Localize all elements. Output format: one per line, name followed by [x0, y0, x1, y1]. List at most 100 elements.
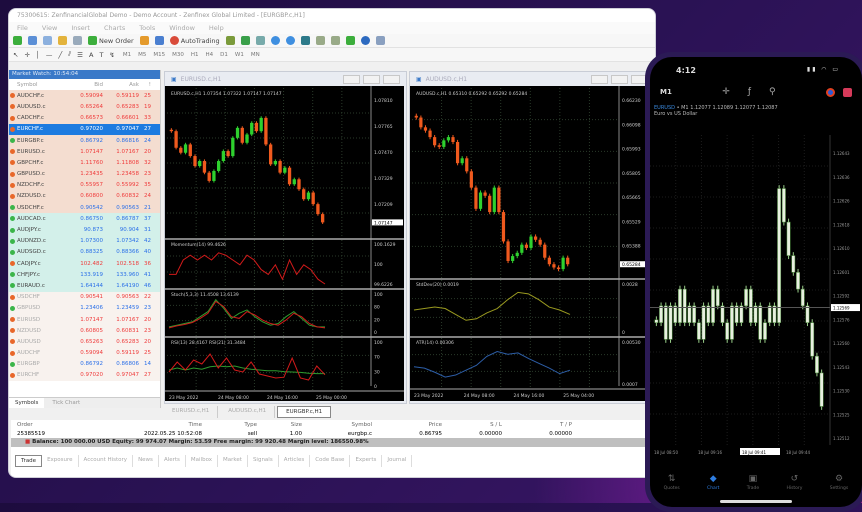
trade-icon[interactable] — [826, 87, 835, 97]
one-click-icon[interactable] — [843, 87, 852, 97]
market-watch-row[interactable]: EURGBP 0.86792 0.86806 14 — [9, 358, 160, 370]
fibonacci-icon[interactable]: ☰ — [77, 51, 83, 59]
label-icon[interactable]: T — [99, 51, 103, 59]
market-watch-row[interactable]: NZDUSD.c 0.60800 0.60832 24 — [9, 190, 160, 203]
timeframe-h1[interactable]: H1 — [189, 52, 201, 58]
timeframe-button[interactable]: M1 — [660, 88, 672, 96]
nav-trade[interactable]: ▣ Trade — [747, 474, 759, 491]
channel-icon[interactable]: ⫽ — [68, 50, 71, 59]
terminal-tab-trade[interactable]: Trade — [15, 455, 43, 467]
vertical-line-icon[interactable]: │ — [36, 51, 40, 59]
zoom-out-icon[interactable] — [285, 36, 295, 45]
terminal-tab-signals[interactable]: Signals — [248, 455, 279, 467]
signals-icon[interactable] — [154, 36, 164, 45]
autotrading-button[interactable]: AutoTrading — [169, 36, 220, 45]
terminal-col[interactable]: Price — [372, 422, 442, 428]
terminal-tab-market[interactable]: Market — [218, 455, 248, 467]
market-watch-row[interactable]: GBPCHF.c 1.11760 1.11808 32 — [9, 157, 160, 169]
menu-insert[interactable]: Insert — [71, 24, 90, 32]
terminal-col[interactable]: Type — [202, 422, 257, 428]
market-watch-row[interactable]: USDCHF 0.90541 0.90563 22 — [9, 291, 160, 303]
col-bid[interactable]: Bid — [69, 82, 103, 88]
tab-tick-chart[interactable]: Tick Chart — [46, 398, 86, 408]
market-watch-row[interactable]: NZDCHF.c 0.55957 0.55992 35 — [9, 179, 160, 191]
eurusd-chart[interactable]: EURUSD.c,H1 1.07354 1.07322 1.07147 1.07… — [165, 86, 404, 401]
chart-tab-active[interactable]: EURGBP.c,H1 — [277, 406, 332, 418]
nav-chart[interactable]: ◆ Chart — [707, 474, 719, 491]
market-watch-row[interactable]: EURAUD.c 1.64144 1.64190 46 — [9, 280, 160, 292]
market-watch-row[interactable]: EURGBP.c 0.86792 0.86816 24 — [9, 134, 160, 147]
terminal-tab-exposure[interactable]: Exposure — [42, 455, 79, 467]
timeframe-m15[interactable]: M15 — [151, 52, 167, 58]
trendline-icon[interactable]: ╱ — [58, 51, 62, 59]
menu-file[interactable]: File — [17, 24, 28, 32]
nav-history[interactable]: ↺ History — [786, 474, 802, 491]
market-watch-row[interactable]: AUDUSD.c 0.65264 0.65283 19 — [9, 101, 160, 113]
timeframe-mn[interactable]: MN — [249, 52, 262, 58]
folder-icon[interactable] — [58, 36, 67, 45]
templates-icon[interactable] — [375, 36, 385, 45]
menu-tools[interactable]: Tools — [139, 24, 155, 32]
autoscroll-icon[interactable] — [315, 36, 325, 45]
timeframe-d1[interactable]: D1 — [218, 52, 230, 58]
indicators-icon[interactable] — [345, 36, 355, 45]
timeframe-m30[interactable]: M30 — [170, 52, 186, 58]
timeframe-m5[interactable]: M5 — [136, 52, 148, 58]
new-order-button[interactable]: New Order — [88, 36, 134, 45]
menu-view[interactable]: View — [42, 24, 57, 32]
market-watch-row[interactable]: AUDCHF.c 0.59094 0.59119 25 — [9, 90, 160, 102]
tile-icon[interactable] — [300, 36, 310, 45]
terminal-tab-code-base[interactable]: Code Base — [310, 455, 351, 467]
terminal-tab-news[interactable]: News — [133, 455, 159, 467]
timeframe-m1[interactable]: M1 — [121, 52, 133, 58]
crosshair-icon[interactable]: ✛ — [24, 51, 29, 59]
terminal-col[interactable]: Symbol — [302, 422, 373, 428]
chart-tab[interactable]: AUDUSD.c,H1 — [220, 406, 276, 418]
chart-window-audusd[interactable]: ▣ AUDUSD.c,H1 AUDUSD.c,H1 0.65310 0.65292… — [409, 71, 655, 404]
zoom-in-icon[interactable] — [270, 36, 280, 45]
market-watch-row[interactable]: CHFJPY.c 133.919 133.960 41 — [9, 269, 160, 281]
chart-tab[interactable]: EURUSD.c,H1 — [164, 406, 219, 418]
arrows-icon[interactable]: ↯ — [109, 51, 114, 59]
nav-quotes[interactable]: ⇅ Quotes — [664, 474, 680, 491]
market-watch-row[interactable]: AUDCAD.c 0.86750 0.86787 37 — [9, 213, 160, 225]
objects-icon[interactable]: ⚲ — [769, 87, 776, 97]
market-watch-row[interactable]: EURUSD.c 1.07147 1.07167 20 — [9, 146, 160, 158]
chart-shift-icon[interactable] — [330, 36, 340, 45]
periods-icon[interactable] — [360, 36, 370, 45]
terminal-icon[interactable] — [73, 36, 82, 45]
maximize-button[interactable] — [363, 74, 380, 84]
profiles-icon[interactable] — [28, 36, 37, 45]
bar-chart-icon[interactable] — [225, 36, 235, 45]
menu-charts[interactable]: Charts — [104, 24, 125, 32]
col-ask[interactable]: Ask — [103, 82, 139, 88]
candles-icon[interactable] — [240, 36, 250, 45]
close-button[interactable] — [383, 74, 400, 84]
add-icon[interactable] — [13, 36, 22, 45]
col-spread[interactable]: ! — [139, 82, 151, 88]
timeframe-h4[interactable]: H4 — [204, 52, 216, 58]
terminal-col[interactable]: T / P — [502, 422, 572, 428]
terminal-tab-journal[interactable]: Journal — [382, 455, 413, 467]
metaeditor-icon[interactable] — [139, 36, 149, 45]
order-row[interactable]: 25385519 2022.05.25 10:52:08 sell 1.00 eurgb… — [11, 429, 651, 438]
market-watch-row[interactable]: AUDCHF 0.59094 0.59119 25 — [9, 347, 160, 359]
terminal-col[interactable]: Time — [72, 422, 202, 428]
menu-window[interactable]: Window — [169, 24, 195, 32]
terminal-tab-articles[interactable]: Articles — [279, 455, 311, 467]
market-watch-row[interactable]: USDCHF.c 0.90542 0.90563 21 — [9, 202, 160, 214]
terminal-col[interactable]: Size — [257, 422, 302, 428]
terminal-col[interactable]: Order — [17, 422, 72, 428]
terminal-col[interactable]: S / L — [442, 422, 502, 428]
market-watch-row[interactable]: CADCHF.c 0.66573 0.66601 33 — [9, 112, 160, 124]
market-watch-row[interactable]: CADJPY.c 102.482 102.518 36 — [9, 258, 160, 270]
maximize-button[interactable] — [611, 74, 628, 84]
market-watch-row[interactable]: AUDJPY.c 90.873 90.904 31 — [9, 224, 160, 236]
audusd-chart[interactable]: AUDUSD.c,H1 0.65310 0.65292 0.65292 0.65… — [410, 86, 652, 401]
horizontal-line-icon[interactable]: — — [46, 51, 53, 59]
nav-settings[interactable]: ⚙ Settings — [830, 474, 848, 491]
market-watch-row[interactable]: GBPUSD 1.23406 1.23459 23 — [9, 302, 160, 314]
market-watch-row[interactable]: AUDUSD 0.65263 0.65283 20 — [9, 336, 160, 348]
text-icon[interactable]: A — [89, 51, 93, 59]
minimize-button[interactable] — [343, 74, 360, 84]
